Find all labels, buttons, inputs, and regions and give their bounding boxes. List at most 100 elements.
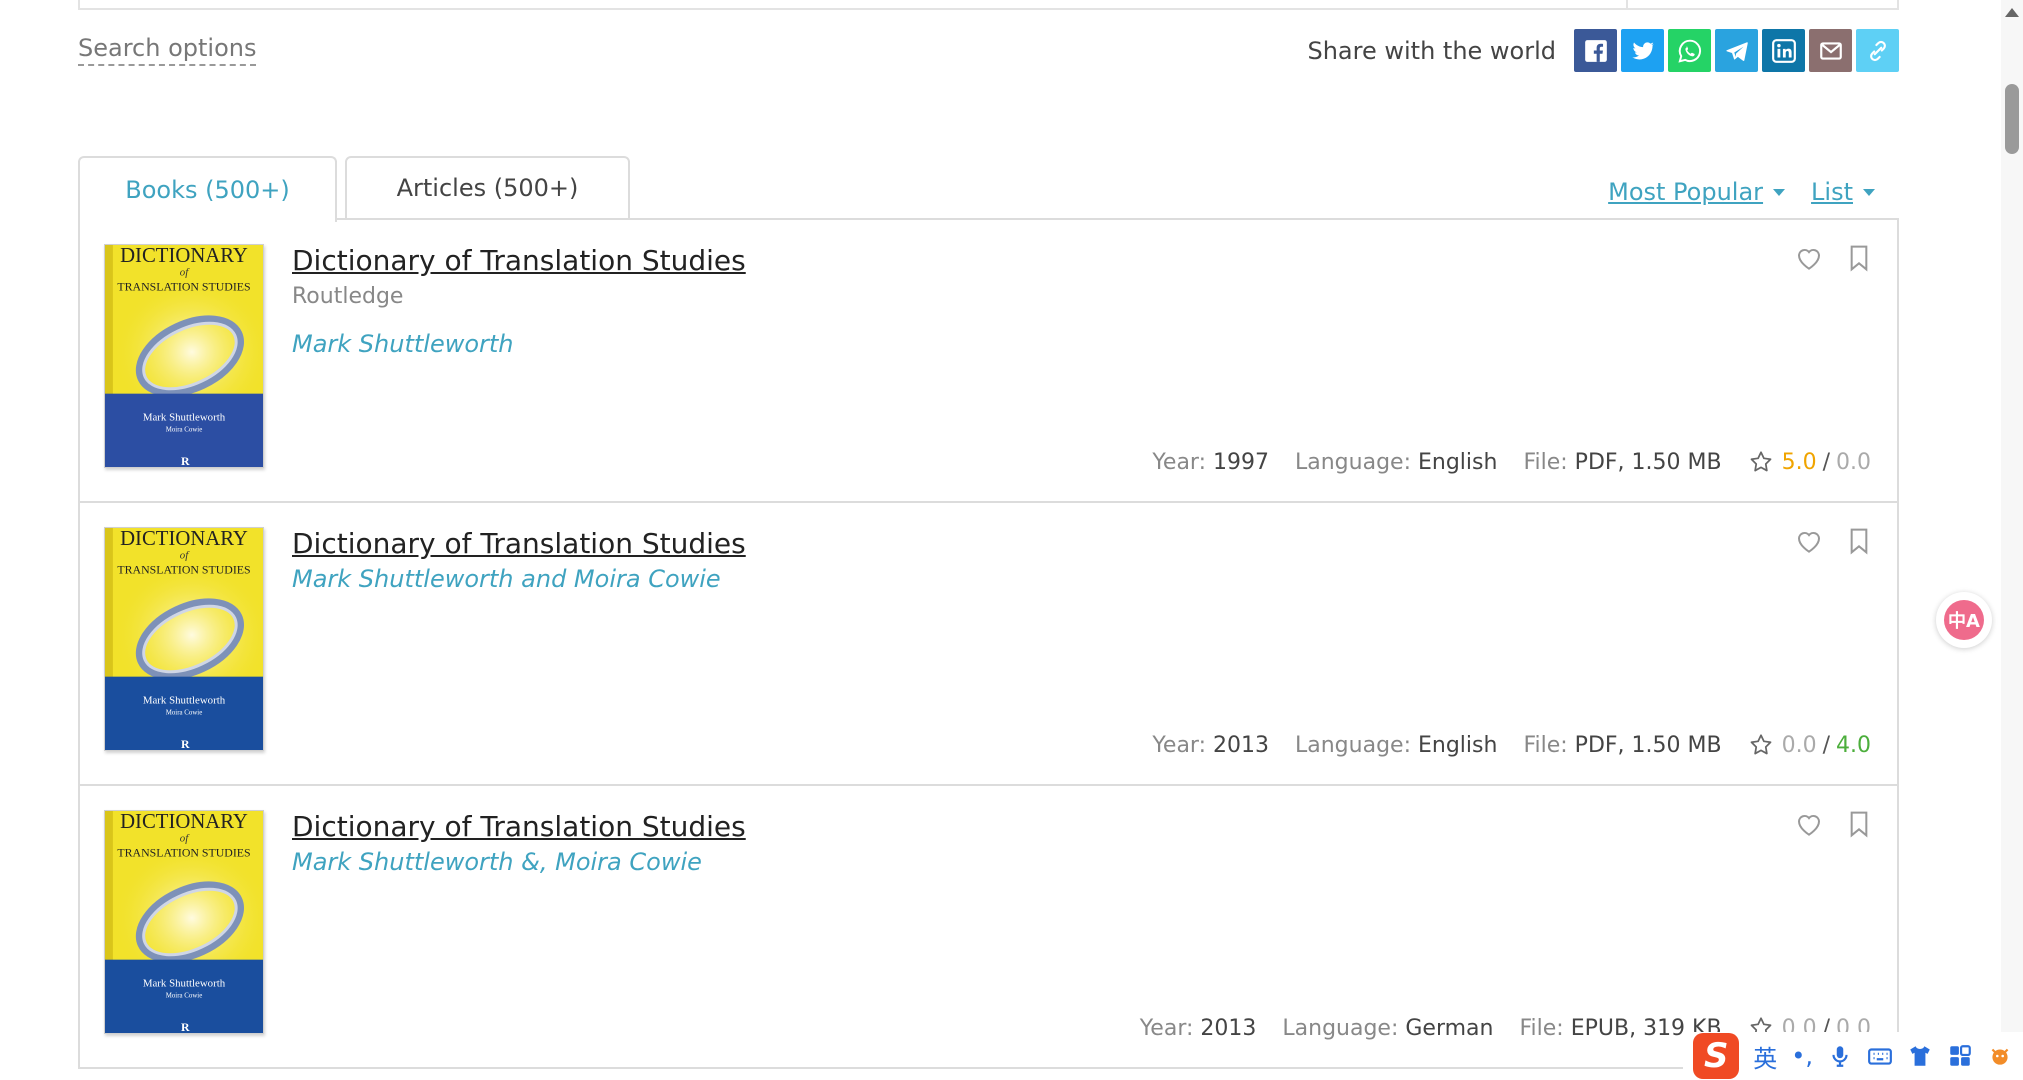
rating[interactable]: 5.0 / 0.0 [1748, 449, 1871, 475]
bookmark-icon [1850, 811, 1868, 838]
heart-icon [1797, 532, 1821, 553]
share-bar: Share with the world [1307, 29, 1899, 72]
language-field: Language: English [1295, 449, 1498, 475]
sort-controls: Most Popular List [1582, 178, 1875, 206]
mascot-icon [1991, 1048, 2009, 1065]
ime-apps-button[interactable] [1947, 1043, 1973, 1069]
result-tabs: Books (500+) Articles (500+) [78, 156, 638, 222]
book-cover[interactable]: DICTIONARY of TRANSLATION STUDIES Mark S… [104, 244, 264, 468]
book-author-link[interactable]: Mark Shuttleworth &, Moira Cowie [292, 848, 702, 876]
ime-keyboard-button[interactable] [1867, 1043, 1893, 1069]
scroll-thumb[interactable] [2005, 84, 2019, 154]
ime-language-toggle[interactable]: 英 [1753, 1039, 1777, 1074]
search-bar-divider [1626, 0, 1628, 8]
cover-author2: Moira Cowie [166, 992, 203, 999]
whatsapp-share-button[interactable] [1668, 29, 1711, 72]
book-item: DICTIONARY of TRANSLATION STUDIES Mark S… [80, 503, 1897, 786]
view-mode-dropdown[interactable]: List [1811, 178, 1875, 206]
svg-text:R: R [181, 1020, 190, 1033]
tab-books[interactable]: Books (500+) [78, 156, 337, 222]
language-field: Language: German [1282, 1015, 1494, 1041]
svg-text:R: R [181, 737, 190, 750]
sort-order-dropdown[interactable]: Most Popular [1608, 178, 1786, 206]
cover-author1: Mark Shuttleworth [143, 977, 226, 989]
language-field: Language: English [1295, 732, 1498, 758]
year-field: Year: 2013 [1139, 1015, 1257, 1041]
cover-author2: Moira Cowie [166, 709, 203, 716]
year-field: Year: 1997 [1152, 449, 1269, 475]
grid-icon [1950, 1045, 1971, 1066]
telegram-share-button[interactable] [1715, 29, 1758, 72]
book-cover[interactable]: DICTIONARY of TRANSLATION STUDIES Mark S… [104, 810, 264, 1034]
book-cover[interactable]: DICTIONARY of TRANSLATION STUDIES Mark S… [104, 527, 264, 751]
rating-separator: / [1822, 449, 1830, 475]
language-value: German [1405, 1015, 1494, 1041]
svg-text:R: R [181, 454, 190, 467]
cover-title-line2: TRANSLATION STUDIES [117, 563, 250, 577]
book-cover-art: DICTIONARY of TRANSLATION STUDIES Mark S… [105, 528, 263, 750]
linkedin-share-button[interactable] [1762, 29, 1805, 72]
ime-mascot-button[interactable] [1987, 1043, 2013, 1069]
rating-left-value: 5.0 [1781, 449, 1817, 475]
translate-icon: 中A [1944, 600, 1984, 640]
favorite-button[interactable] [1791, 806, 1827, 842]
twitter-icon [1631, 41, 1655, 59]
twitter-share-button[interactable] [1621, 29, 1664, 72]
heart-icon [1797, 815, 1821, 836]
tab-articles[interactable]: Articles (500+) [345, 156, 630, 220]
book-author-link[interactable]: Mark Shuttleworth [292, 330, 514, 358]
bookmark-icon [1850, 245, 1868, 272]
bookmark-icon [1850, 528, 1868, 555]
microphone-icon [1832, 1046, 1848, 1067]
year-value: 2013 [1200, 1015, 1257, 1041]
shirt-icon [1910, 1046, 1930, 1066]
ime-voice-button[interactable] [1827, 1043, 1853, 1069]
favorite-button[interactable] [1791, 523, 1827, 559]
bookmark-button[interactable] [1841, 523, 1877, 559]
language-value: English [1417, 732, 1498, 758]
star-icon [1750, 734, 1771, 755]
cover-title-line1: DICTIONARY [120, 811, 248, 833]
favorite-button[interactable] [1791, 240, 1827, 276]
translate-widget-button[interactable]: 中A [1936, 592, 1992, 648]
cover-title-line1: DICTIONARY [120, 528, 248, 550]
ime-punctuation-toggle[interactable]: •, [1791, 1042, 1813, 1070]
caret-down-icon [1863, 188, 1875, 196]
book-meta: Year: 1997 Language: English File: PDF, … [1126, 449, 1871, 475]
bookmark-button[interactable] [1841, 240, 1877, 276]
rating[interactable]: 0.0 / 4.0 [1748, 732, 1871, 758]
bookmark-button[interactable] [1841, 806, 1877, 842]
search-options-link[interactable]: Search options [78, 34, 257, 66]
link-icon [1869, 40, 1886, 61]
scroll-up-arrow-icon[interactable] [2005, 8, 2019, 17]
search-bar-bottom-edge [78, 0, 1899, 10]
cover-title-line1: DICTIONARY [120, 245, 248, 267]
file-field: File: PDF, 1.50 MB [1523, 732, 1722, 758]
book-title-link[interactable]: Dictionary of Translation Studies [292, 527, 746, 560]
share-label: Share with the world [1307, 36, 1556, 65]
rating-separator: / [1822, 732, 1830, 758]
email-share-button[interactable] [1809, 29, 1852, 72]
cover-title-line2: TRANSLATION STUDIES [117, 280, 250, 294]
book-cover-art: DICTIONARY of TRANSLATION STUDIES Mark S… [105, 811, 263, 1033]
cover-title-line2: TRANSLATION STUDIES [117, 846, 250, 860]
sogou-logo-icon[interactable]: S [1693, 1033, 1740, 1079]
book-title-link[interactable]: Dictionary of Translation Studies [292, 810, 746, 843]
whatsapp-icon [1677, 39, 1701, 63]
file-field: File: PDF, 1.50 MB [1523, 449, 1722, 475]
facebook-share-button[interactable] [1574, 29, 1617, 72]
book-title-link[interactable]: Dictionary of Translation Studies [292, 244, 746, 277]
keyboard-icon [1868, 1048, 1892, 1065]
email-icon [1819, 41, 1842, 60]
cover-author1: Mark Shuttleworth [143, 694, 226, 706]
view-mode-label: List [1811, 178, 1853, 206]
rating-left-value: 0.0 [1781, 732, 1817, 758]
ime-skin-button[interactable] [1907, 1043, 1933, 1069]
book-author-link[interactable]: Mark Shuttleworth and Moira Cowie [292, 565, 721, 593]
year-field: Year: 2013 [1152, 732, 1269, 758]
copy-link-button[interactable] [1856, 29, 1899, 72]
telegram-icon [1725, 41, 1748, 61]
cover-author1: Mark Shuttleworth [143, 411, 226, 423]
page-scrollbar[interactable] [2001, 0, 2023, 1080]
book-meta: Year: 2013 Language: English File: PDF, … [1126, 732, 1871, 758]
